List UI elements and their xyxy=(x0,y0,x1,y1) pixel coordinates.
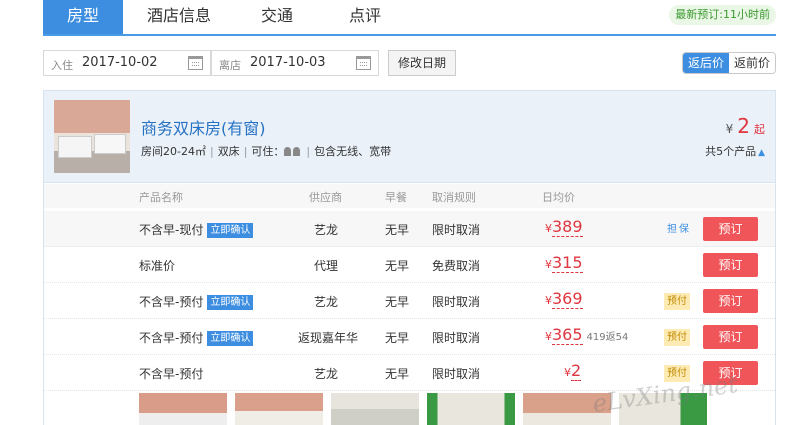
product-row: 不含早-预付 艺龙 无早 限时取消 ¥2 预付 预订 xyxy=(44,355,775,391)
product-table-header: 产品名称 供应商 早餐 取消规则 日均价 xyxy=(44,184,775,208)
room-card: 商务双床房(有窗) 房间20-24㎡ | 双床 | 可住： | 包含无线、宽带 ¥2 起 共5… xyxy=(43,90,776,425)
book-button[interactable]: 预订 xyxy=(703,325,758,349)
room-name[interactable]: 商务双床房(有窗) xyxy=(141,115,266,139)
cancel-rule[interactable]: 限时取消 xyxy=(432,329,480,346)
book-button[interactable]: 预订 xyxy=(703,289,758,313)
col-product-name: 产品名称 xyxy=(139,191,183,204)
product-row: 不含早-预付 立即确认 返现嘉年华 无早 限时取消 ¥365 419返54 预付 预… xyxy=(44,319,775,355)
price-mode-toggle: 返后价 返前价 xyxy=(681,52,776,74)
room-tabs: 房型 酒店信息 交通 点评 最新预订:11小时前 xyxy=(43,0,776,36)
prepay-tag: 预付 xyxy=(664,293,690,310)
col-breakfast: 早餐 xyxy=(385,191,407,204)
product-row: 标准价 代理 无早 免费取消 ¥315 预订 xyxy=(44,247,775,283)
modify-date-button[interactable]: 修改日期 xyxy=(388,50,456,76)
occupancy-label: 可住： xyxy=(251,145,285,158)
room-area: 房间20-24㎡ xyxy=(141,145,206,158)
checkin-value[interactable]: 2017-10-02 xyxy=(82,55,158,70)
breakfast: 无早 xyxy=(385,295,410,309)
instant-confirm-badge: 立即确认 xyxy=(207,331,254,346)
room-thumbnail[interactable] xyxy=(523,393,611,425)
instant-confirm-badge: 立即确认 xyxy=(207,223,254,238)
tab-room-types[interactable]: 房型 xyxy=(43,0,123,34)
avg-price[interactable]: ¥369 xyxy=(545,289,583,309)
room-bed: 双床 xyxy=(217,145,240,158)
tab-hotel-info[interactable]: 酒店信息 xyxy=(123,0,235,34)
cancel-rule[interactable]: 免费取消 xyxy=(432,257,480,274)
breakfast: 无早 xyxy=(385,367,410,381)
cancel-rule[interactable]: 限时取消 xyxy=(432,365,480,382)
calendar-icon[interactable] xyxy=(356,56,371,70)
avg-price[interactable]: ¥389 xyxy=(545,217,583,237)
supplier: 返现嘉年华 xyxy=(298,331,359,345)
product-count-toggle[interactable]: 共5个产品 ▲ xyxy=(705,143,765,159)
breakfast: 无早 xyxy=(385,223,410,237)
avg-price[interactable]: ¥315 xyxy=(545,253,583,273)
book-button[interactable]: 预订 xyxy=(703,253,758,277)
room-wifi: 包含无线、宽带 xyxy=(314,145,392,158)
tab-reviews[interactable]: 点评 xyxy=(319,0,411,34)
product-name: 不含早-预付 立即确认 xyxy=(139,329,254,346)
checkout-field[interactable]: 离店 2017-10-03 xyxy=(211,50,379,76)
product-name: 不含早-预付 立即确认 xyxy=(139,293,254,310)
room-thumbnail[interactable] xyxy=(139,393,227,425)
cancel-rule[interactable]: 限时取消 xyxy=(432,221,480,238)
caret-up-icon: ▲ xyxy=(758,148,765,158)
supplier: 艺龙 xyxy=(314,367,339,381)
col-supplier: 供应商 xyxy=(309,191,342,204)
person-icon xyxy=(284,147,292,156)
cancel-rule[interactable]: 限时取消 xyxy=(432,293,480,310)
instant-confirm-badge: 立即确认 xyxy=(207,295,254,310)
prepay-tag: 预付 xyxy=(664,365,690,382)
avg-price[interactable]: ¥2 xyxy=(564,361,582,381)
product-row: 不含早-现付 立即确认 艺龙 无早 限时取消 ¥389 担保 预订 xyxy=(44,211,775,247)
checkin-field[interactable]: 入住 2017-10-02 xyxy=(43,50,211,76)
book-button[interactable]: 预订 xyxy=(703,361,758,385)
col-avg-price: 日均价 xyxy=(542,191,575,204)
prepay-tag: 预付 xyxy=(664,329,690,346)
checkout-value[interactable]: 2017-10-03 xyxy=(250,55,326,70)
date-selector: 入住 2017-10-02 离店 2017-10-03 修改日期 返后价 返前价 xyxy=(43,50,776,76)
latest-booking-badge: 最新预订:11小时前 xyxy=(669,5,776,25)
from-price-value: 2 xyxy=(737,114,750,138)
product-name: 不含早-预付 xyxy=(139,367,204,381)
before-rebate-price-option[interactable]: 返前价 xyxy=(728,53,775,73)
rebate-note: 419返54 xyxy=(586,332,629,343)
col-cancel-rule: 取消规则 xyxy=(432,191,476,204)
after-rebate-price-option[interactable]: 返后价 xyxy=(682,53,729,73)
guarantee-tag: 担保 xyxy=(667,224,691,235)
checkout-label: 离店 xyxy=(219,59,241,72)
room-header: 商务双床房(有窗) 房间20-24㎡ | 双床 | 可住： | 包含无线、宽带 ¥2 起 共5… xyxy=(44,91,775,183)
room-photo[interactable] xyxy=(54,100,130,173)
breakfast: 无早 xyxy=(385,331,410,345)
room-thumbnail[interactable] xyxy=(331,393,419,425)
tab-transport[interactable]: 交通 xyxy=(235,0,319,34)
room-thumbnail[interactable] xyxy=(619,393,707,425)
person-icon xyxy=(293,147,301,156)
from-price: ¥2 起 xyxy=(725,114,765,138)
product-name: 标准价 xyxy=(139,259,176,273)
avg-price[interactable]: ¥365 419返54 xyxy=(545,325,629,345)
supplier: 代理 xyxy=(314,259,339,273)
supplier: 艺龙 xyxy=(314,223,339,237)
book-button[interactable]: 预订 xyxy=(703,217,758,241)
room-thumbnail[interactable] xyxy=(235,393,323,425)
room-thumbnail[interactable] xyxy=(427,393,515,425)
breakfast: 无早 xyxy=(385,259,410,273)
calendar-icon[interactable] xyxy=(188,56,203,70)
room-photo-strip xyxy=(139,393,779,425)
product-row: 不含早-预付 立即确认 艺龙 无早 限时取消 ¥369 预付 预订 xyxy=(44,283,775,319)
product-name: 不含早-现付 立即确认 xyxy=(139,221,254,238)
room-info: 房间20-24㎡ | 双床 | 可住： | 包含无线、宽带 xyxy=(141,145,392,158)
checkin-label: 入住 xyxy=(51,59,73,72)
supplier: 艺龙 xyxy=(314,295,339,309)
